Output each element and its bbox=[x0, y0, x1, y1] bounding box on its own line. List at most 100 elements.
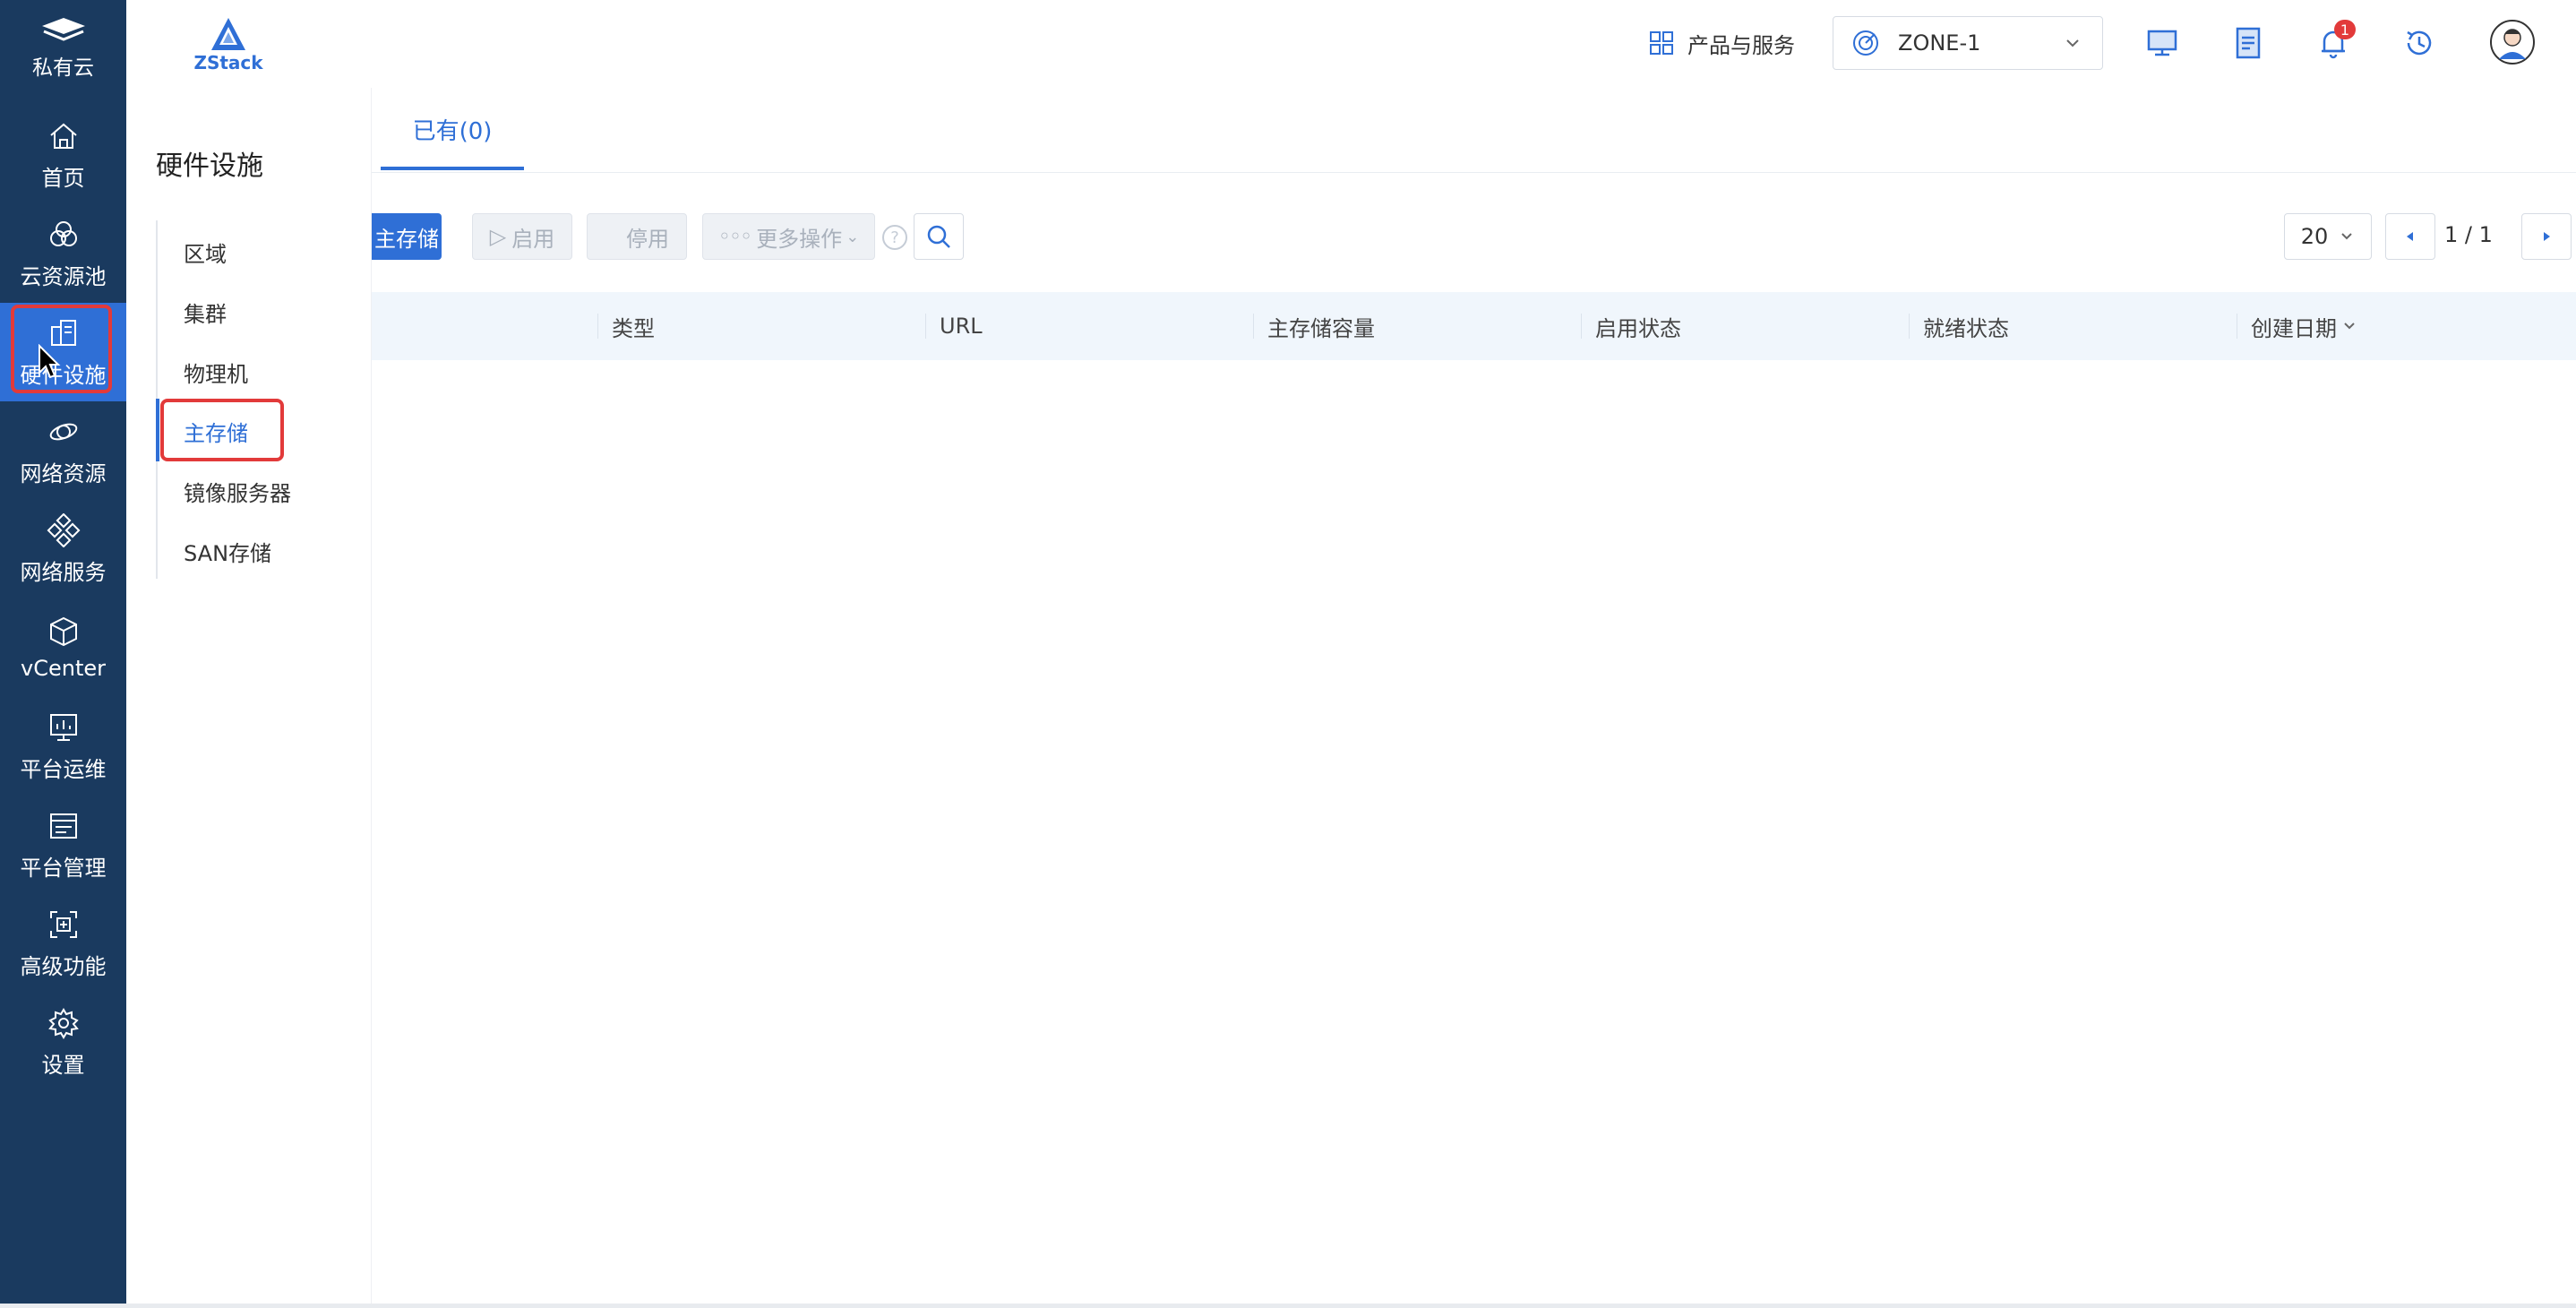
zstack-logo-icon bbox=[211, 18, 245, 50]
submenu-item-cluster[interactable]: 集群 bbox=[184, 297, 227, 328]
gear-icon bbox=[47, 1007, 79, 1039]
play-icon: ▷ bbox=[489, 224, 507, 249]
create-primary-storage-button[interactable]: 主存储 bbox=[372, 213, 442, 260]
column-header-create-date-label: 创建日期 bbox=[2251, 315, 2337, 341]
column-header-enable-state[interactable]: 启用状态 bbox=[1595, 292, 1681, 360]
disable-label: 停用 bbox=[626, 226, 669, 252]
notification-badge: 1 bbox=[2334, 20, 2356, 39]
nav-settings[interactable]: 设置 bbox=[0, 993, 126, 1091]
prev-page-button[interactable] bbox=[2385, 213, 2435, 260]
platform-manage-icon bbox=[49, 813, 77, 839]
column-header-type[interactable]: 类型 bbox=[612, 292, 655, 360]
tab-bar: 已有(0) bbox=[372, 88, 2576, 173]
nav-vcenter[interactable]: vCenter bbox=[0, 598, 126, 697]
nav-hardware-label: 硬件设施 bbox=[20, 362, 107, 388]
brand-label: 私有云 bbox=[32, 56, 94, 80]
nav-home[interactable]: 首页 bbox=[0, 106, 126, 204]
top-header bbox=[126, 0, 2576, 89]
page-size-select[interactable]: 20 bbox=[2284, 213, 2372, 260]
submenu-title: 硬件设施 bbox=[156, 151, 263, 182]
page-size-value: 20 bbox=[2300, 224, 2329, 249]
nav-network-service[interactable]: 网络服务 bbox=[0, 500, 126, 598]
create-primary-storage-label: 主存储 bbox=[374, 226, 439, 252]
nav-network-resource-label: 网络资源 bbox=[20, 460, 107, 486]
nav-advanced-label: 高级功能 bbox=[20, 953, 107, 979]
nav-vcenter-label: vCenter bbox=[21, 656, 106, 681]
more-dots-icon: ◦◦◦ bbox=[717, 224, 752, 249]
document-icon[interactable] bbox=[2230, 25, 2266, 61]
column-separator bbox=[1909, 314, 1910, 339]
more-actions-button[interactable]: ◦◦◦ 更多操作 ⌄ bbox=[702, 213, 875, 260]
column-header-capacity[interactable]: 主存储容量 bbox=[1267, 292, 1375, 360]
monitor-chart-icon bbox=[49, 713, 77, 741]
private-cloud-brand[interactable]: 私有云 bbox=[0, 0, 126, 90]
cloud-pool-icon bbox=[49, 220, 77, 246]
zone-radar-icon bbox=[1853, 30, 1878, 56]
submenu-item-image-server[interactable]: 镜像服务器 bbox=[184, 476, 291, 507]
sort-chevron-icon bbox=[2344, 323, 2355, 330]
submenu-active-indicator bbox=[156, 399, 159, 461]
zstack-logo-text: ZStack bbox=[193, 52, 263, 73]
enable-button[interactable]: ▷ 启用 bbox=[472, 213, 572, 260]
submenu-item-host[interactable]: 物理机 bbox=[184, 357, 248, 388]
nav-home-label: 首页 bbox=[41, 165, 85, 191]
home-icon bbox=[49, 123, 77, 149]
user-avatar[interactable] bbox=[2490, 20, 2535, 65]
chevron-down-icon bbox=[2341, 233, 2352, 240]
submenu-item-san-storage[interactable]: SAN存储 bbox=[184, 536, 271, 567]
nav-advanced[interactable]: 高级功能 bbox=[0, 894, 126, 993]
zone-selector[interactable]: ZONE-1 bbox=[1833, 16, 2103, 70]
nav-platform-manage[interactable]: 平台管理 bbox=[0, 796, 126, 894]
advanced-icon bbox=[49, 910, 77, 938]
column-separator bbox=[1581, 314, 1582, 339]
column-separator bbox=[925, 314, 926, 339]
monitor-icon[interactable] bbox=[2144, 25, 2180, 61]
column-header-ready-state[interactable]: 就绪状态 bbox=[1923, 292, 2009, 360]
nav-network-resource[interactable]: 网络资源 bbox=[0, 401, 126, 500]
window-bottom-edge bbox=[0, 1304, 2576, 1308]
search-button[interactable] bbox=[914, 213, 964, 260]
next-page-button[interactable] bbox=[2521, 213, 2572, 260]
more-actions-label: 更多操作 bbox=[756, 226, 843, 252]
user-avatar-icon bbox=[2499, 29, 2526, 59]
column-header-create-date[interactable]: 创建日期 bbox=[2251, 292, 2357, 360]
zone-selector-value: ZONE-1 bbox=[1898, 30, 1981, 56]
layers-icon bbox=[41, 18, 85, 41]
chevron-down-icon: ⌄ bbox=[846, 227, 860, 246]
search-icon bbox=[927, 225, 950, 248]
table-header: 类型 URL 主存储容量 启用状态 就绪状态 创建日期 bbox=[372, 292, 2576, 360]
main-content: 已有(0) 主存储 ▷ 启用 停用 ◦◦◦ 更多操作 ⌄ ? 20 1 / 1 … bbox=[372, 88, 2576, 1308]
products-services-label: 产品与服务 bbox=[1687, 32, 1795, 58]
nav-cloud-pool[interactable]: 云资源池 bbox=[0, 204, 126, 303]
cube-icon bbox=[49, 616, 77, 647]
column-separator bbox=[1253, 314, 1254, 339]
page-indicator: 1 / 1 bbox=[2444, 222, 2493, 247]
caret-right-icon bbox=[2544, 232, 2550, 241]
nav-platform-ops-label: 平台运维 bbox=[20, 756, 107, 782]
mouse-cursor-icon bbox=[39, 344, 61, 379]
nav-platform-ops[interactable]: 平台运维 bbox=[0, 697, 126, 796]
history-icon[interactable] bbox=[2401, 25, 2437, 61]
submenu-highlight-box bbox=[160, 399, 284, 461]
nav-cloud-pool-label: 云资源池 bbox=[20, 263, 107, 289]
tab-existing[interactable]: 已有(0) bbox=[381, 115, 524, 170]
disable-button[interactable]: 停用 bbox=[587, 213, 687, 260]
left-nav-rail: 私有云 首页 云资源池 硬件设施 网络资源 网络服务 vCenter 平台运维 … bbox=[0, 0, 126, 1308]
nav-network-service-label: 网络服务 bbox=[20, 559, 107, 585]
zstack-logo[interactable]: ZStack bbox=[193, 16, 264, 75]
products-services-link[interactable]: 产品与服务 bbox=[1648, 25, 1795, 61]
hardware-submenu: 硬件设施 区域 集群 物理机 主存储 镜像服务器 SAN存储 bbox=[126, 88, 372, 1308]
enable-label: 启用 bbox=[511, 226, 555, 252]
nav-settings-label: 设置 bbox=[41, 1052, 85, 1078]
nav-platform-manage-label: 平台管理 bbox=[20, 855, 107, 881]
submenu-item-zone[interactable]: 区域 bbox=[184, 237, 227, 268]
network-resource-icon bbox=[49, 423, 77, 440]
caret-left-icon bbox=[2407, 232, 2413, 241]
column-header-url[interactable]: URL bbox=[940, 292, 983, 360]
network-service-icon bbox=[47, 512, 80, 547]
grid-icon bbox=[1650, 31, 1673, 55]
chevron-down-icon bbox=[2066, 39, 2079, 47]
help-icon[interactable]: ? bbox=[882, 225, 907, 250]
column-separator bbox=[597, 314, 598, 339]
nav-hardware[interactable]: 硬件设施 bbox=[0, 303, 126, 401]
